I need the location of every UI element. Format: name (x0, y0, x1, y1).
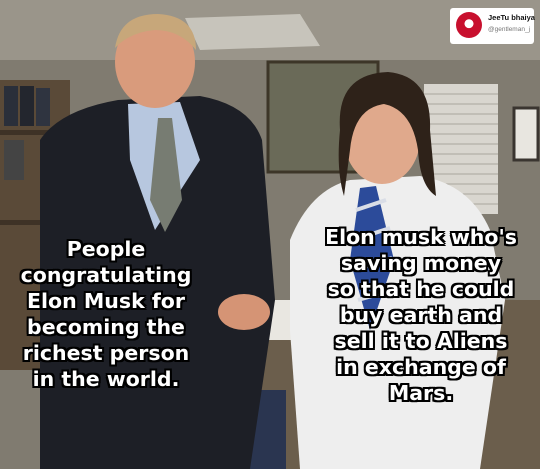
right-caption-line: buy earth and (339, 303, 503, 328)
handshake (218, 294, 270, 330)
right-caption-line: sell it to Aliens (334, 329, 508, 354)
left-caption-line: Elon Musk for (27, 289, 185, 314)
left-caption: People congratulating Elon Musk for beco… (6, 236, 206, 392)
binder (4, 140, 24, 180)
left-caption-line: in the world. (32, 367, 180, 392)
left-caption-line: People (66, 237, 146, 261)
right-caption-line: in exchange of (336, 355, 506, 380)
left-caption-line: becoming the (27, 315, 185, 340)
binder (36, 88, 50, 126)
right-caption-line: Elon musk who's (325, 225, 517, 249)
left-caption-line: congratulating (20, 263, 192, 288)
ceiling-light (185, 14, 320, 50)
account-handle: @gentleman_j (488, 26, 531, 33)
account-watermark: JeeTu bhaiya @gentleman_j (450, 8, 535, 44)
account-avatar (456, 12, 482, 38)
picture-frame (512, 106, 540, 162)
account-name: JeeTu bhaiya (488, 13, 535, 22)
right-caption-line: Mars. (388, 381, 454, 406)
binder (4, 86, 18, 126)
left-caption-line: richest person (22, 341, 190, 366)
binder (20, 86, 34, 126)
right-caption-line: saving money (340, 251, 502, 276)
right-caption-line: so that he could (327, 277, 515, 302)
meme-image: JeeTu bhaiya @gentleman_j People congrat… (0, 0, 540, 469)
right-caption: Elon musk who's saving money so that he … (316, 224, 526, 406)
